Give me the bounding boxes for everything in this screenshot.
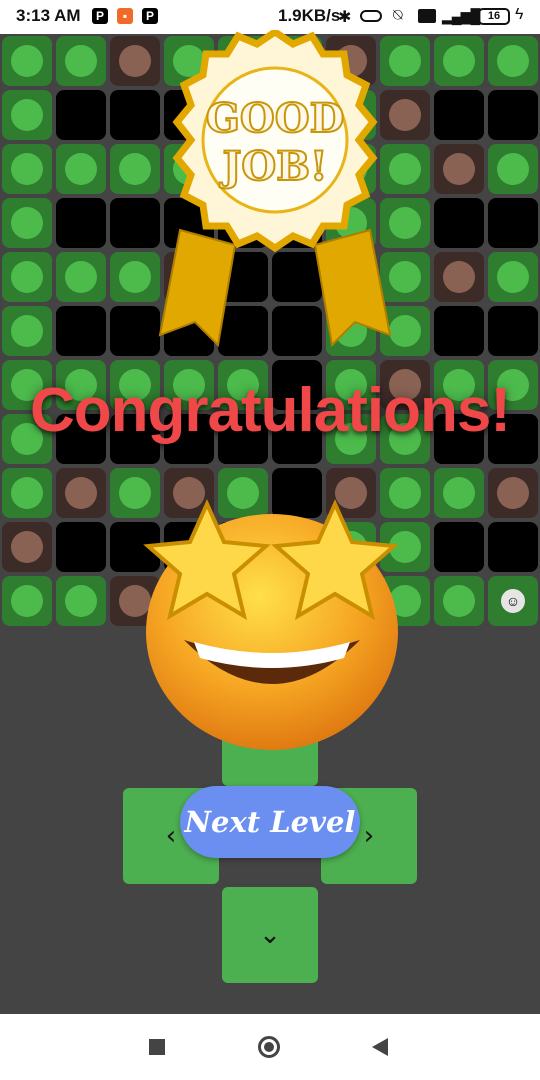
hole-tile bbox=[488, 306, 538, 356]
signal-icon: ▂▄▆█ bbox=[442, 8, 480, 24]
hole-tile bbox=[488, 198, 538, 248]
good-job-badge: GOOD JOB! bbox=[158, 30, 392, 348]
p-icon: P bbox=[92, 8, 108, 24]
grass-tile bbox=[2, 36, 52, 86]
bluetooth-icon: ✱ bbox=[338, 9, 352, 26]
nav-bar bbox=[0, 1014, 540, 1080]
grass-tile bbox=[2, 306, 52, 356]
grass-tile bbox=[434, 576, 484, 626]
grass-tile bbox=[2, 576, 52, 626]
grass-tile bbox=[2, 90, 52, 140]
congratulations-title: Congratulations! bbox=[30, 376, 511, 445]
grass-tile bbox=[56, 36, 106, 86]
player-avatar-icon: ☺ bbox=[499, 587, 527, 615]
volte-icon bbox=[418, 9, 436, 23]
hole-tile bbox=[56, 198, 106, 248]
grass-tile bbox=[488, 252, 538, 302]
p-icon: P bbox=[142, 8, 158, 24]
charging-icon: ϟ bbox=[515, 6, 524, 23]
hole-tile bbox=[56, 306, 106, 356]
grass-tile bbox=[434, 468, 484, 518]
status-bar: 3:13 AM P ▪ P 1.9KB/s ✱ ⍉ ▂▄▆█ 16 ϟ bbox=[0, 0, 540, 34]
grass-tile bbox=[56, 252, 106, 302]
star-struck-emoji-icon bbox=[143, 499, 399, 750]
grass-tile bbox=[56, 144, 106, 194]
network-speed: 1.9KB/s bbox=[278, 6, 341, 25]
recents-button[interactable] bbox=[149, 1039, 165, 1055]
back-button[interactable] bbox=[372, 1038, 388, 1056]
battery-icon: 16 bbox=[478, 8, 510, 25]
status-time: 3:13 AM bbox=[16, 6, 81, 25]
grass-tile bbox=[2, 252, 52, 302]
next-level-button[interactable]: Next Level bbox=[180, 786, 360, 858]
dirt-tile bbox=[434, 252, 484, 302]
hole-tile bbox=[434, 198, 484, 248]
player-tile: ☺ bbox=[488, 576, 538, 626]
down-button[interactable]: ⌄ bbox=[222, 887, 318, 983]
grass-tile bbox=[488, 144, 538, 194]
hole-tile bbox=[434, 306, 484, 356]
hole-tile bbox=[56, 522, 106, 572]
hole-tile bbox=[488, 522, 538, 572]
grass-tile bbox=[488, 36, 538, 86]
badge-word-good: GOOD bbox=[206, 95, 345, 142]
grass-tile bbox=[2, 198, 52, 248]
hole-tile bbox=[56, 90, 106, 140]
grass-tile bbox=[2, 468, 52, 518]
dirt-tile bbox=[56, 468, 106, 518]
grass-tile bbox=[2, 144, 52, 194]
dirt-tile bbox=[2, 522, 52, 572]
hole-tile bbox=[434, 90, 484, 140]
hole-tile bbox=[488, 90, 538, 140]
grass-tile bbox=[434, 36, 484, 86]
home-button[interactable] bbox=[258, 1036, 280, 1058]
app-icon: ▪ bbox=[117, 8, 133, 24]
mute-icon: ⍉ bbox=[393, 7, 403, 24]
hole-tile bbox=[434, 522, 484, 572]
badge-word-job: JOB! bbox=[219, 143, 327, 190]
grass-tile bbox=[56, 576, 106, 626]
dirt-tile bbox=[488, 468, 538, 518]
dirt-tile bbox=[434, 144, 484, 194]
toggle-icon bbox=[360, 10, 382, 22]
